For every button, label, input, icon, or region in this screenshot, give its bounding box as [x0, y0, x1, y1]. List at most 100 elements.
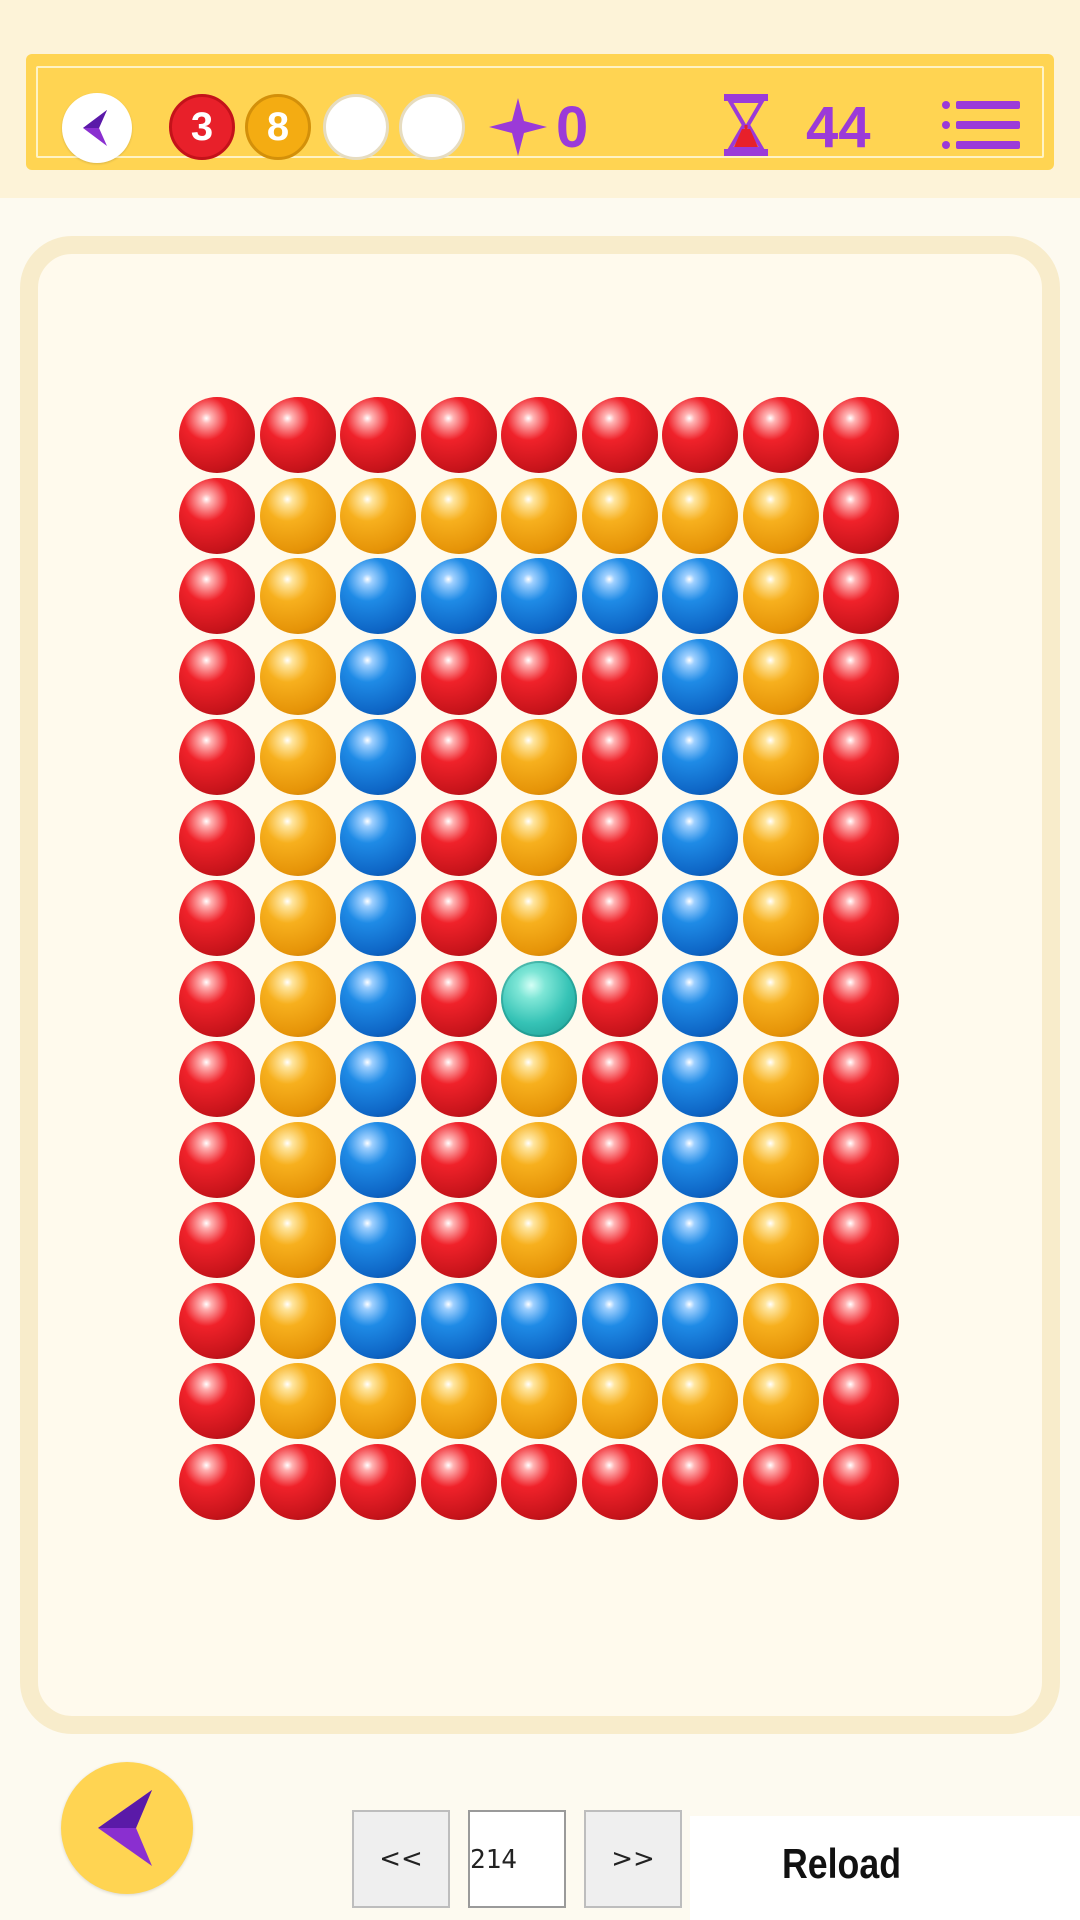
red-ball[interactable]: [582, 800, 658, 876]
red-ball[interactable]: [179, 800, 255, 876]
red-ball[interactable]: [421, 1122, 497, 1198]
next-level-button[interactable]: >>: [584, 1810, 682, 1908]
red-ball[interactable]: [179, 397, 255, 473]
red-ball[interactable]: [179, 719, 255, 795]
orange-ball[interactable]: [743, 1041, 819, 1117]
orange-ball[interactable]: [260, 478, 336, 554]
orange-ball[interactable]: [743, 558, 819, 634]
red-ball[interactable]: [823, 880, 899, 956]
red-ball[interactable]: [179, 1202, 255, 1278]
red-ball[interactable]: [823, 478, 899, 554]
orange-ball[interactable]: [582, 1363, 658, 1439]
red-ball[interactable]: [662, 397, 738, 473]
red-ball[interactable]: [421, 800, 497, 876]
orange-ball[interactable]: [421, 1363, 497, 1439]
orange-ball[interactable]: [260, 800, 336, 876]
red-ball[interactable]: [179, 1041, 255, 1117]
orange-ball[interactable]: [260, 1202, 336, 1278]
orange-ball[interactable]: [340, 478, 416, 554]
red-ball[interactable]: [582, 880, 658, 956]
orange-ball[interactable]: [743, 639, 819, 715]
orange-ball[interactable]: [260, 719, 336, 795]
orange-ball[interactable]: [743, 1283, 819, 1359]
red-ball[interactable]: [743, 397, 819, 473]
red-ball[interactable]: [823, 800, 899, 876]
red-ball[interactable]: [421, 397, 497, 473]
blue-ball[interactable]: [340, 719, 416, 795]
red-ball[interactable]: [260, 1444, 336, 1520]
back-button[interactable]: [62, 93, 132, 163]
red-ball[interactable]: [340, 1444, 416, 1520]
red-ball[interactable]: [421, 639, 497, 715]
red-ball[interactable]: [582, 397, 658, 473]
red-ball[interactable]: [501, 1444, 577, 1520]
red-ball[interactable]: [582, 1444, 658, 1520]
red-ball[interactable]: [179, 880, 255, 956]
red-ball[interactable]: [421, 961, 497, 1037]
blue-ball[interactable]: [340, 1202, 416, 1278]
blue-ball[interactable]: [662, 961, 738, 1037]
blue-ball[interactable]: [662, 1202, 738, 1278]
red-ball[interactable]: [340, 397, 416, 473]
orange-ball[interactable]: [743, 800, 819, 876]
red-ball[interactable]: [582, 639, 658, 715]
orange-ball[interactable]: [501, 1363, 577, 1439]
blue-ball[interactable]: [662, 1122, 738, 1198]
orange-ball[interactable]: [582, 478, 658, 554]
blue-ball[interactable]: [662, 1283, 738, 1359]
blue-ball[interactable]: [662, 800, 738, 876]
blue-ball[interactable]: [421, 1283, 497, 1359]
level-number-input[interactable]: [468, 1810, 566, 1908]
orange-ball[interactable]: [743, 719, 819, 795]
menu-list-icon[interactable]: [942, 100, 1022, 150]
blue-ball[interactable]: [662, 719, 738, 795]
red-ball[interactable]: [179, 558, 255, 634]
red-ball[interactable]: [501, 639, 577, 715]
blue-ball[interactable]: [340, 961, 416, 1037]
reload-button[interactable]: Reload: [782, 1840, 901, 1888]
red-ball[interactable]: [179, 639, 255, 715]
red-ball[interactable]: [179, 1283, 255, 1359]
orange-ball[interactable]: [501, 719, 577, 795]
orange-ball[interactable]: [501, 478, 577, 554]
orange-ball[interactable]: [743, 880, 819, 956]
red-ball[interactable]: [179, 1444, 255, 1520]
orange-ball[interactable]: [743, 961, 819, 1037]
red-ball[interactable]: [179, 1122, 255, 1198]
red-ball[interactable]: [823, 1041, 899, 1117]
red-ball[interactable]: [823, 1363, 899, 1439]
back-large-button[interactable]: [61, 1762, 193, 1894]
red-ball[interactable]: [260, 397, 336, 473]
red-ball[interactable]: [421, 1444, 497, 1520]
red-ball[interactable]: [582, 719, 658, 795]
blue-ball[interactable]: [501, 1283, 577, 1359]
red-ball[interactable]: [823, 397, 899, 473]
blue-ball[interactable]: [340, 558, 416, 634]
blue-ball[interactable]: [582, 558, 658, 634]
blue-ball[interactable]: [340, 800, 416, 876]
special-swirl-ball[interactable]: [501, 961, 577, 1037]
blue-ball[interactable]: [340, 1283, 416, 1359]
blue-ball[interactable]: [501, 558, 577, 634]
orange-ball[interactable]: [260, 1122, 336, 1198]
red-ball[interactable]: [582, 961, 658, 1037]
orange-ball[interactable]: [501, 1202, 577, 1278]
red-ball[interactable]: [582, 1041, 658, 1117]
red-ball[interactable]: [179, 1363, 255, 1439]
blue-ball[interactable]: [340, 1041, 416, 1117]
blue-ball[interactable]: [421, 558, 497, 634]
red-ball[interactable]: [179, 961, 255, 1037]
orange-ball[interactable]: [743, 1202, 819, 1278]
red-ball[interactable]: [662, 1444, 738, 1520]
orange-ball[interactable]: [260, 558, 336, 634]
orange-ball[interactable]: [260, 961, 336, 1037]
orange-ball[interactable]: [501, 880, 577, 956]
blue-ball[interactable]: [662, 1041, 738, 1117]
orange-ball[interactable]: [501, 1041, 577, 1117]
orange-ball[interactable]: [662, 1363, 738, 1439]
blue-ball[interactable]: [662, 880, 738, 956]
red-ball[interactable]: [743, 1444, 819, 1520]
red-ball[interactable]: [823, 1283, 899, 1359]
orange-ball[interactable]: [260, 639, 336, 715]
red-ball[interactable]: [179, 478, 255, 554]
